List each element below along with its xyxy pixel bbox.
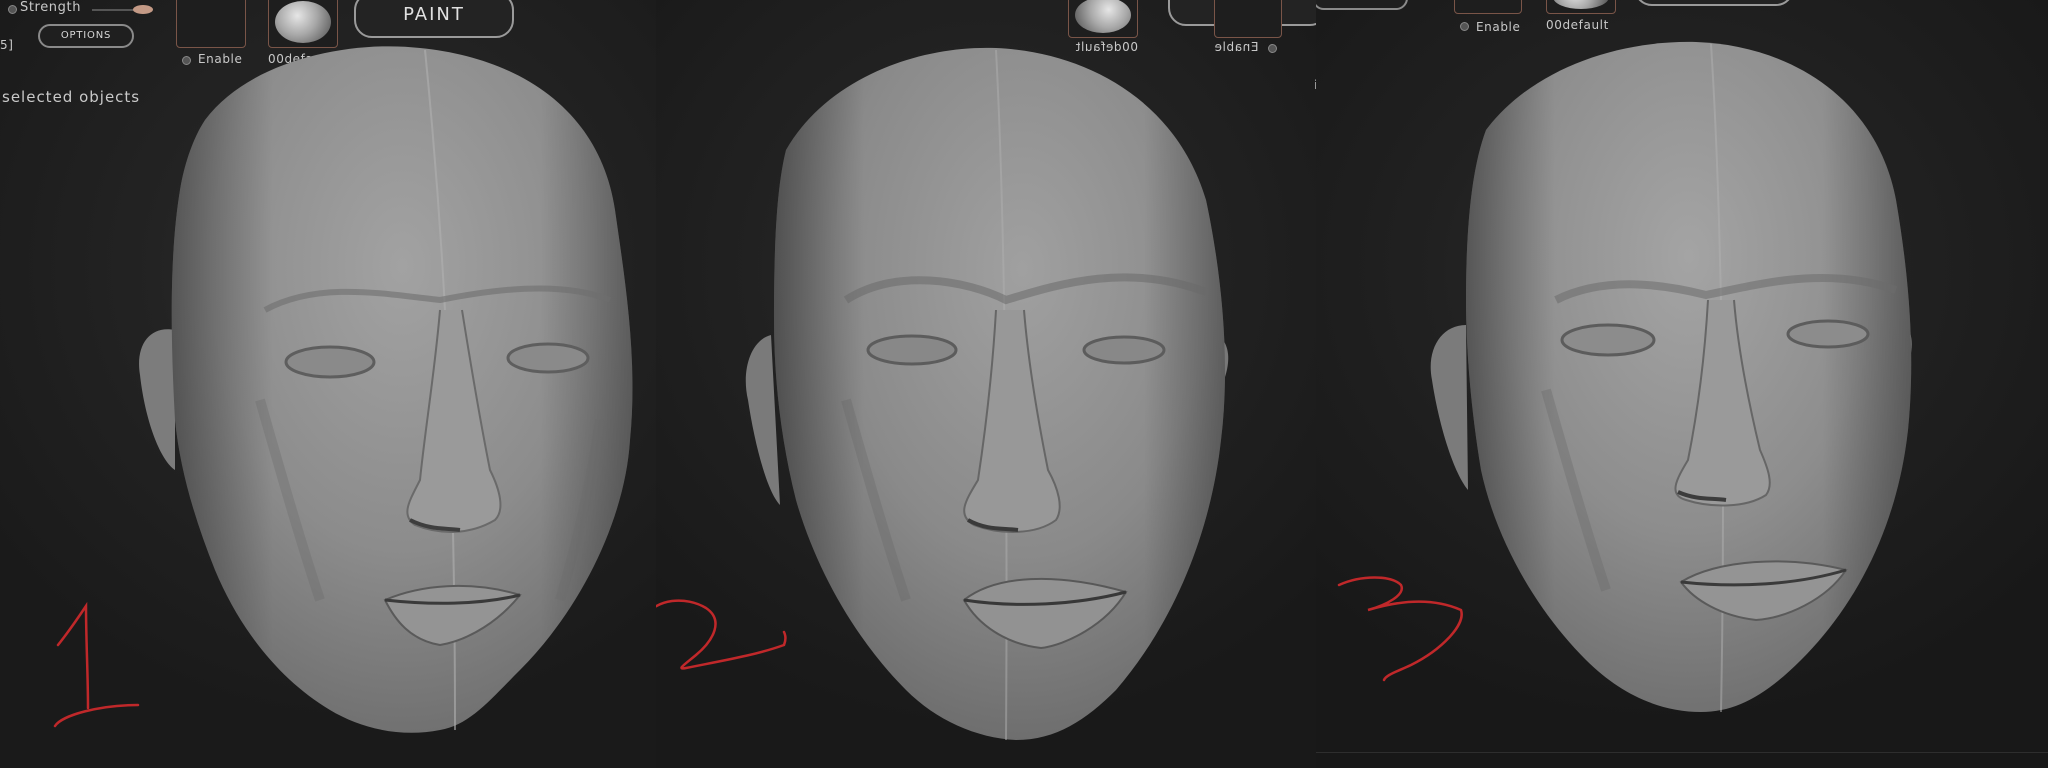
- viewport-panel-1: Strength OPTIONS 5] Enable 00default PAI…: [0, 0, 656, 768]
- comparison-image: Strength OPTIONS 5] Enable 00default PAI…: [0, 0, 2048, 768]
- panel-3-divider: [1316, 752, 2048, 753]
- annotation-number-1: [53, 601, 140, 728]
- viewport-panel-3: OPTIONS Enable 00default: [1316, 0, 2048, 768]
- viewport-panel-2: PAINT 00default Enable i: [656, 0, 1316, 768]
- annotation-number-2: [656, 599, 787, 670]
- annotation-number-3: [1337, 576, 1463, 682]
